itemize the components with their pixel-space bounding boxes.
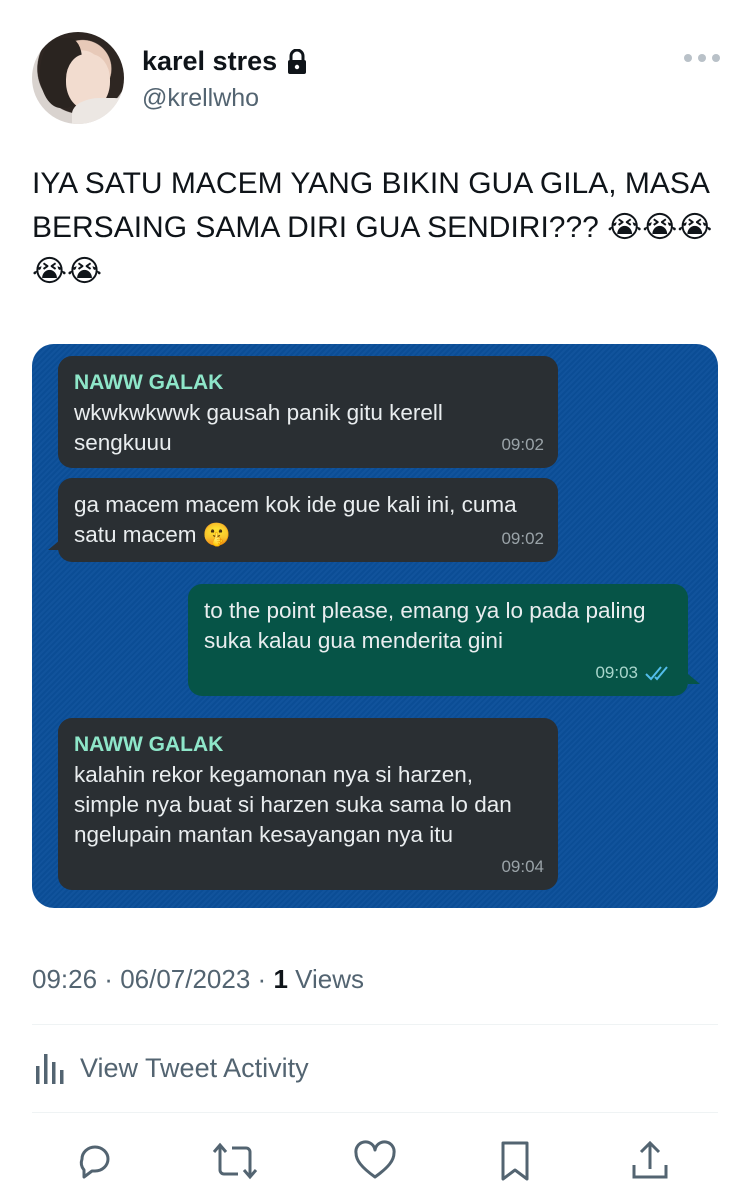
- display-name[interactable]: karel stres: [142, 46, 309, 77]
- divider: [32, 1024, 718, 1025]
- chat-time-text: 09:02: [501, 435, 544, 454]
- chat-time-text: 09:04: [501, 857, 544, 876]
- retweet-icon: [212, 1142, 258, 1180]
- chat-sender-name: NAWW GALAK: [74, 371, 224, 394]
- chat-message-time: 09:02: [501, 430, 544, 460]
- view-tweet-activity-label: View Tweet Activity: [80, 1052, 309, 1083]
- meta-separator: ·: [250, 964, 274, 994]
- more-options-icon[interactable]: [682, 50, 722, 64]
- display-name-text[interactable]: karel stres: [142, 46, 277, 77]
- avatar-clothing: [72, 98, 124, 124]
- views-label: Views: [295, 964, 365, 994]
- bookmark-icon: [501, 1141, 529, 1181]
- bookmark-button[interactable]: [490, 1136, 540, 1186]
- share-button[interactable]: [625, 1136, 675, 1186]
- like-icon: [354, 1140, 396, 1179]
- chat-time-text: 09:02: [501, 529, 544, 548]
- avatar[interactable]: [32, 32, 124, 124]
- share-icon: [632, 1140, 668, 1179]
- tweet-meta: 09:26 · 06/07/2023 · 1 Views: [32, 964, 364, 995]
- tweet-actions-bar: [70, 1136, 690, 1186]
- chat-message-text: to the point please, emang ya lo pada pa…: [204, 598, 646, 653]
- chat-message-time: 09:04: [501, 852, 544, 882]
- chat-message-time: 09:02: [501, 524, 544, 554]
- chat-message-outgoing: to the point please, emang ya lo pada pa…: [188, 584, 700, 696]
- tweet-date[interactable]: 06/07/2023: [120, 964, 250, 994]
- lock-icon: [285, 48, 309, 75]
- chat-message-incoming: NAWW GALAK wkwkwkwwk gausah panik gitu k…: [58, 356, 558, 468]
- tweet-time[interactable]: 09:26: [32, 964, 97, 994]
- tweet-text: IYA SATU MACEM YANG BIKIN GUA GILA, MASA…: [32, 167, 713, 288]
- chat-message-text: wkwkwkwwk gausah panik gitu kerell sengk…: [74, 400, 443, 455]
- analytics-icon: [36, 1054, 64, 1084]
- chat-sender-name: NAWW GALAK: [74, 733, 224, 756]
- chat-screenshot-image[interactable]: NAWW GALAK wkwkwkwwk gausah panik gitu k…: [32, 344, 718, 908]
- chat-message-incoming: NAWW GALAK kalahin rekor kegamonan nya s…: [58, 718, 558, 890]
- bubble-tail: [688, 674, 700, 684]
- like-button[interactable]: [350, 1136, 400, 1186]
- tweet-header: karel stres @krellwho: [32, 32, 722, 124]
- chat-message-text: kalahin rekor kegamonan nya si harzen, s…: [74, 762, 512, 847]
- chat-time-text: 09:03: [595, 663, 638, 682]
- read-ticks-icon: [645, 666, 668, 681]
- reply-icon: [79, 1145, 110, 1179]
- chat-message-incoming: ga macem macem kok ide gue kali ini, cum…: [48, 478, 558, 562]
- user-handle[interactable]: @krellwho: [142, 84, 259, 113]
- meta-separator: ·: [97, 964, 121, 994]
- divider: [32, 1112, 718, 1113]
- chat-message-time: 09:03: [595, 658, 674, 688]
- view-tweet-activity-button[interactable]: View Tweet Activity: [32, 1050, 309, 1086]
- chat-message-text: ga macem macem kok ide gue kali ini, cum…: [74, 492, 517, 547]
- bubble-tail: [48, 540, 60, 550]
- reply-button[interactable]: [70, 1136, 120, 1186]
- views-count: 1: [273, 964, 288, 994]
- retweet-button[interactable]: [210, 1136, 260, 1186]
